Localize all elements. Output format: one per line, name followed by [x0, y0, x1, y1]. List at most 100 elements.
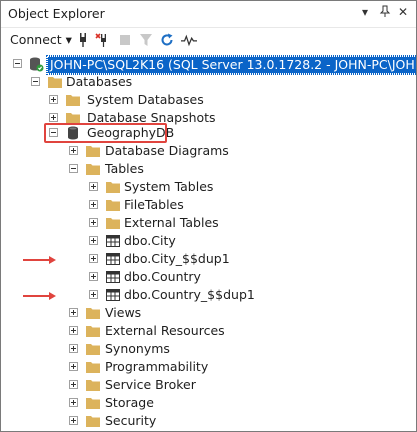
table-icon: [105, 287, 121, 303]
folder-icon-svg: [86, 416, 100, 427]
connect-button[interactable]: Connect ▾: [10, 32, 72, 47]
folder-icon-svg: [106, 182, 120, 193]
panel-title-bar: Object Explorer ▾ ✕: [1, 1, 416, 28]
plug-icon-svg: [80, 33, 86, 47]
tree-node-external-resources[interactable]: External Resources: [1, 322, 416, 340]
tree-node-service-broker[interactable]: Service Broker: [1, 376, 416, 394]
tree-node-filetables[interactable]: FileTables: [1, 196, 416, 214]
expand-toggle[interactable]: [69, 326, 78, 335]
system-tables-label: System Tables: [124, 179, 214, 194]
tree-node-system-tables[interactable]: System Tables: [1, 178, 416, 196]
expand-toggle[interactable]: [49, 95, 58, 104]
tree-node-server[interactable]: JOHN-PC\SQL2K16 (SQL Server 13.0.1728.2 …: [1, 55, 416, 75]
expand-toggle[interactable]: [69, 344, 78, 353]
folder-icon: [85, 143, 101, 159]
expand-toggle[interactable]: [89, 182, 98, 191]
table-icon: [105, 269, 121, 285]
table-icon: [105, 251, 121, 267]
table-country-dup-label: dbo.Country_$$dup1: [124, 287, 255, 302]
expand-toggle[interactable]: [69, 416, 78, 425]
window-position-dropdown-icon[interactable]: ▾: [362, 5, 368, 19]
expand-toggle[interactable]: [89, 236, 98, 245]
pin-icon-svg: [379, 5, 391, 17]
activity-icon-svg: [181, 34, 197, 47]
red-arrow-icon: [23, 256, 56, 264]
filter-icon[interactable]: [138, 32, 154, 48]
stop-icon[interactable]: [117, 32, 133, 48]
table-city-dup-label: dbo.City_$$dup1: [124, 251, 230, 266]
geographydb-highlight-box: [44, 123, 167, 143]
tree-node-security[interactable]: Security: [1, 412, 416, 430]
tree-node-system-databases[interactable]: System Databases: [1, 91, 416, 109]
chevron-down-icon: ▾: [65, 32, 72, 47]
tables-label: Tables: [105, 161, 144, 176]
disconnect-icon-svg: [95, 33, 106, 47]
server-label: JOHN-PC\SQL2K16 (SQL Server 13.0.1728.2 …: [46, 55, 416, 75]
collapse-toggle[interactable]: [13, 59, 22, 68]
views-label: Views: [105, 305, 142, 320]
activity-monitor-icon[interactable]: [181, 32, 197, 48]
folder-icon: [85, 395, 101, 411]
expand-toggle[interactable]: [69, 308, 78, 317]
system-databases-label: System Databases: [87, 92, 204, 107]
tree-node-table-city-dup[interactable]: dbo.City_$$dup1: [1, 250, 416, 268]
server-icon-svg: [30, 57, 44, 72]
expand-toggle[interactable]: [89, 290, 98, 299]
object-explorer-panel: Object Explorer ▾ ✕ Connect ▾ JOHN-PC\SQ…: [0, 0, 417, 432]
databases-label: Databases: [66, 74, 133, 89]
expand-toggle[interactable]: [89, 254, 98, 263]
tree-node-synonyms[interactable]: Synonyms: [1, 340, 416, 358]
expand-toggle[interactable]: [69, 362, 78, 371]
programmability-label: Programmability: [105, 359, 209, 374]
folder-icon: [85, 305, 101, 321]
connect-plug-icon[interactable]: [75, 32, 91, 48]
tree-node-external-tables[interactable]: External Tables: [1, 214, 416, 232]
tree-node-table-city[interactable]: dbo.City: [1, 232, 416, 250]
tree-node-table-country[interactable]: dbo.Country: [1, 268, 416, 286]
folder-icon: [105, 197, 121, 213]
folder-icon: [65, 92, 81, 108]
folder-icon: [85, 161, 101, 177]
storage-label: Storage: [105, 395, 154, 410]
close-icon[interactable]: ✕: [398, 5, 408, 19]
folder-icon-svg: [106, 200, 120, 211]
folder-icon-svg: [86, 344, 100, 355]
folder-icon: [105, 179, 121, 195]
tree-node-programmability[interactable]: Programmability: [1, 358, 416, 376]
folder-icon: [85, 413, 101, 429]
database-diagrams-label: Database Diagrams: [105, 143, 229, 158]
folder-icon: [47, 74, 63, 90]
table-icon: [105, 233, 121, 249]
folder-icon-svg: [86, 380, 100, 391]
expand-toggle[interactable]: [69, 146, 78, 155]
tree-node-tables[interactable]: Tables: [1, 160, 416, 178]
refresh-icon-svg: [161, 33, 173, 46]
tree-node-database-diagrams[interactable]: Database Diagrams: [1, 142, 416, 160]
server-icon: [28, 56, 44, 72]
expand-toggle[interactable]: [89, 272, 98, 281]
pin-icon[interactable]: [379, 5, 391, 21]
collapse-toggle[interactable]: [69, 164, 78, 173]
expand-toggle[interactable]: [69, 398, 78, 407]
folder-icon: [85, 377, 101, 393]
expand-toggle[interactable]: [49, 113, 58, 122]
expand-toggle[interactable]: [89, 218, 98, 227]
external-resources-label: External Resources: [105, 323, 225, 338]
tree-node-table-country-dup[interactable]: dbo.Country_$$dup1: [1, 286, 416, 304]
collapse-toggle[interactable]: [31, 77, 40, 86]
refresh-icon[interactable]: [159, 32, 175, 48]
tree-node-storage[interactable]: Storage: [1, 394, 416, 412]
tree-node-views[interactable]: Views: [1, 304, 416, 322]
folder-icon-svg: [86, 146, 100, 157]
expand-toggle[interactable]: [89, 200, 98, 209]
tree-node-databases[interactable]: Databases: [1, 73, 416, 91]
connect-label: Connect: [10, 32, 62, 47]
expand-toggle[interactable]: [69, 380, 78, 389]
disconnect-icon[interactable]: [95, 32, 111, 48]
folder-icon-svg: [86, 164, 100, 175]
red-arrow-icon: [23, 292, 56, 300]
table-country-label: dbo.Country: [124, 269, 201, 284]
table-city-label: dbo.City: [124, 233, 176, 248]
filetables-label: FileTables: [124, 197, 184, 212]
folder-icon-svg: [48, 77, 62, 88]
